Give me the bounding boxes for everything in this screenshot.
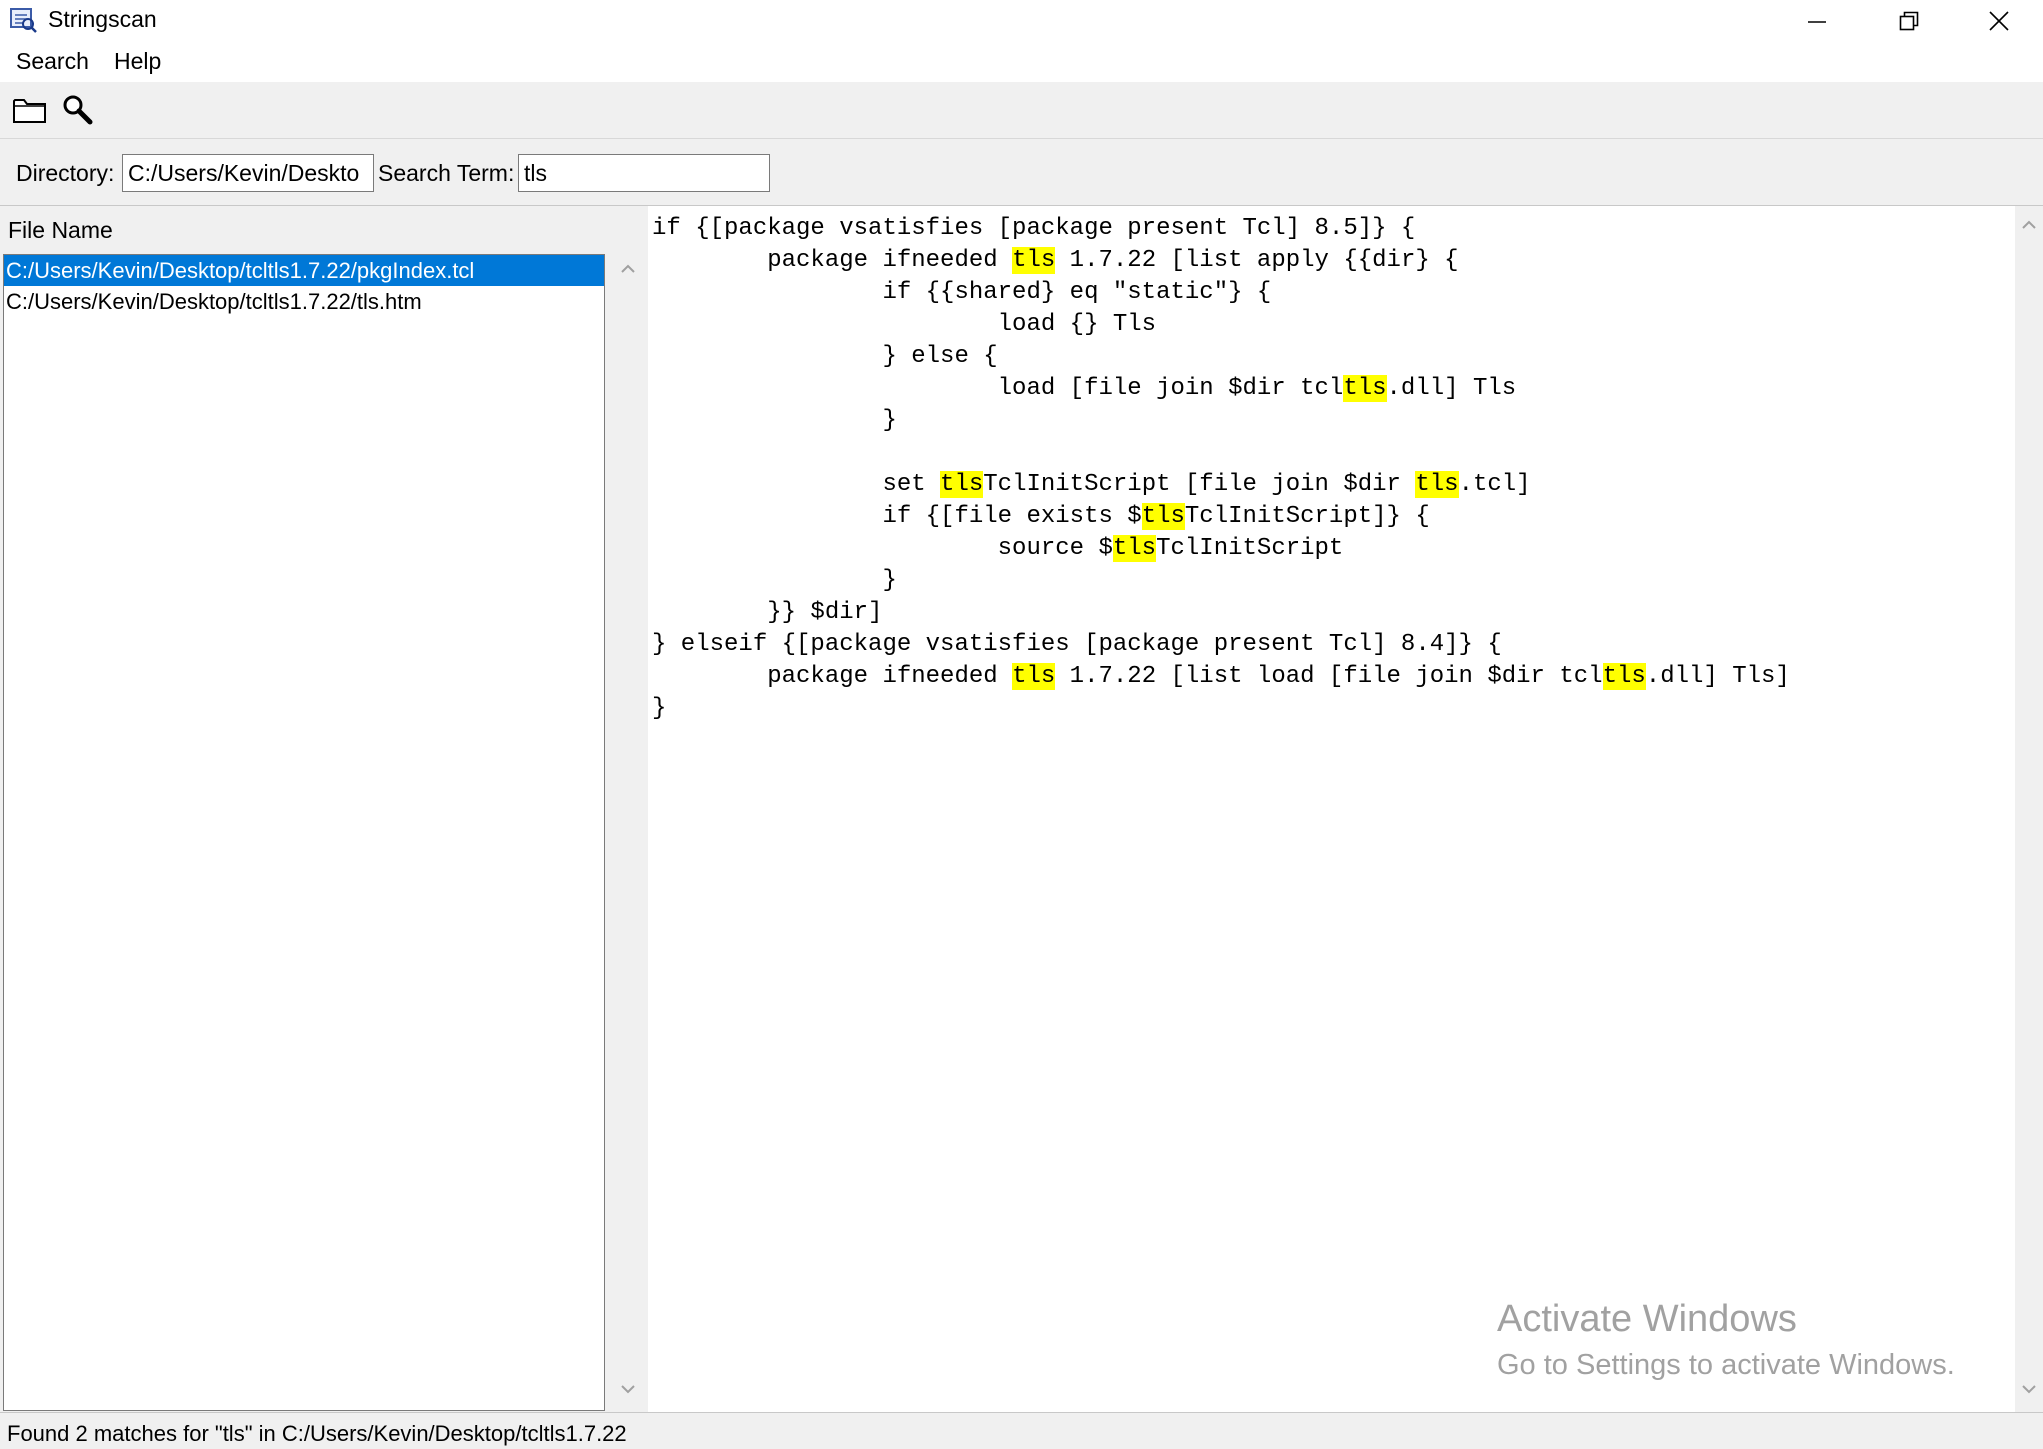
menu-help[interactable]: Help bbox=[114, 48, 161, 75]
search-row: Directory: Search Term: bbox=[0, 139, 2043, 206]
search-highlight: tls bbox=[1012, 247, 1056, 274]
search-highlight: tls bbox=[1112, 535, 1157, 562]
restore-icon bbox=[1899, 11, 1919, 31]
code-text: if {[package vsatisfies [package present… bbox=[652, 215, 1790, 722]
close-icon bbox=[1989, 11, 2009, 31]
directory-label: Directory: bbox=[16, 160, 115, 186]
minimize-button[interactable] bbox=[1771, 0, 1863, 42]
minimize-icon bbox=[1808, 21, 1826, 23]
chevron-up-icon bbox=[2022, 220, 2036, 229]
status-text: Found 2 matches for "tls" in C:/Users/Ke… bbox=[7, 1421, 627, 1446]
chevron-down-icon bbox=[2022, 1385, 2036, 1394]
search-term-input[interactable] bbox=[518, 154, 770, 192]
search-highlight: tls bbox=[1141, 503, 1185, 530]
file-panel: File Name C:/Users/Kevin/Desktop/tcltls1… bbox=[0, 206, 608, 1412]
activation-watermark-title: Activate Windows bbox=[1497, 1298, 1797, 1340]
search-highlight: tls bbox=[940, 471, 984, 498]
search-icon bbox=[63, 95, 93, 125]
file-list-item[interactable]: C:/Users/Kevin/Desktop/tcltls1.7.22/tls.… bbox=[4, 286, 604, 317]
content-scroll-down-button[interactable] bbox=[2015, 1384, 2043, 1394]
window-title: Stringscan bbox=[48, 6, 157, 32]
app-icon bbox=[8, 6, 38, 34]
search-term-label: Search Term: bbox=[378, 160, 515, 186]
content-scroll-up-button[interactable] bbox=[2015, 220, 2043, 230]
file-list-scrollbar[interactable] bbox=[608, 254, 648, 1412]
chevron-down-icon bbox=[621, 1385, 635, 1394]
title-bar: Stringscan bbox=[0, 0, 2043, 42]
search-highlight: tls bbox=[1415, 471, 1459, 498]
scroll-down-button[interactable] bbox=[608, 1384, 648, 1394]
status-bar: Found 2 matches for "tls" in C:/Users/Ke… bbox=[0, 1412, 2043, 1449]
file-list-item[interactable]: C:/Users/Kevin/Desktop/tcltls1.7.22/pkgI… bbox=[4, 255, 604, 286]
scroll-up-button[interactable] bbox=[608, 264, 648, 274]
restore-button[interactable] bbox=[1863, 0, 1955, 42]
close-button[interactable] bbox=[1955, 0, 2043, 42]
file-name-header: File Name bbox=[8, 217, 113, 243]
search-button[interactable] bbox=[58, 92, 98, 128]
directory-input[interactable] bbox=[122, 154, 374, 192]
menu-bar: Search Help bbox=[0, 42, 2043, 82]
activation-watermark-subtitle: Go to Settings to activate Windows. bbox=[1497, 1349, 1955, 1381]
toolbar bbox=[0, 82, 2043, 139]
search-highlight: tls bbox=[1343, 375, 1387, 402]
menu-search[interactable]: Search bbox=[16, 48, 89, 75]
open-folder-button[interactable] bbox=[10, 92, 50, 128]
file-list[interactable]: C:/Users/Kevin/Desktop/tcltls1.7.22/pkgI… bbox=[3, 254, 605, 1411]
file-content-viewer[interactable]: if {[package vsatisfies [package present… bbox=[648, 206, 2015, 1412]
folder-icon bbox=[13, 99, 46, 123]
content-scrollbar[interactable] bbox=[2015, 206, 2043, 1412]
chevron-up-icon bbox=[621, 264, 635, 273]
search-highlight: tls bbox=[1012, 663, 1056, 690]
search-highlight: tls bbox=[1602, 663, 1646, 690]
